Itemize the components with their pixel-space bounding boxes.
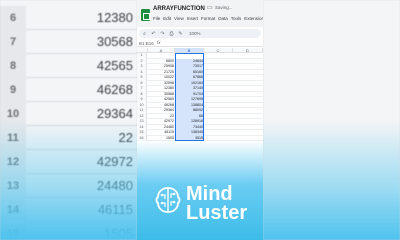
background-row-number: 6 (0, 6, 26, 30)
star-icon[interactable]: ☆ (199, 4, 204, 11)
menu-view[interactable]: View (174, 16, 184, 24)
formula-bar: B1:B16 fx (137, 40, 263, 47)
sheets-logo-icon[interactable] (141, 9, 150, 21)
menu-insert[interactable]: Insert (187, 16, 198, 24)
spreadsheet-grid: 1 2 6800 24644 3 25908 73017 4 21725 65160 5 10022 6… (137, 53, 263, 141)
logo-text-line1: Mind (186, 183, 233, 205)
zoom-select[interactable]: 100% (189, 31, 201, 36)
background-row: 9 46268 (0, 78, 137, 102)
background-cell-value: 30568 (96, 34, 133, 49)
brain-logo-icon (155, 187, 181, 213)
fx-icon: fx (157, 40, 161, 45)
menu-bar: File Edit View Insert Format Data Tools … (153, 16, 263, 24)
save-status: Saving... (215, 5, 233, 10)
print-icon[interactable]: ⎙ (169, 31, 174, 37)
background-cell-value: 46268 (96, 82, 133, 97)
menu-file[interactable]: File (153, 16, 160, 24)
background-row-number: 8 (0, 54, 26, 78)
menu-format[interactable]: Format (201, 16, 215, 24)
toolbar: ⌕ ↶ ↷ ⎙ ✎ 100% (139, 29, 261, 38)
undo-icon[interactable]: ↶ (151, 31, 156, 37)
background-row-number: 7 (0, 30, 26, 54)
background-cell-value: 42565 (96, 58, 133, 73)
background-cell-value: 12380 (96, 10, 133, 25)
document-title[interactable]: ARRAYFUNCTION (153, 6, 205, 12)
background-fade-left (0, 120, 137, 240)
menu-tools[interactable]: Tools (231, 16, 242, 24)
menu-edit[interactable]: Edit (163, 16, 171, 24)
background-row: 6 12380 (0, 6, 137, 30)
paint-format-icon[interactable]: ✎ (178, 31, 183, 37)
name-box[interactable]: B1:B16 (139, 41, 154, 46)
title-bar: ARRAYFUNCTION File Edit View Insert Form… (137, 0, 263, 27)
menu-extensions[interactable]: Extensions (244, 16, 263, 24)
redo-icon[interactable]: ↷ (160, 31, 165, 37)
search-icon[interactable]: ⌕ (142, 31, 147, 37)
move-folder-icon[interactable]: ▭ (207, 4, 213, 11)
background-row: 8 42565 (0, 54, 137, 78)
logo-text-line2: Luster (186, 202, 248, 224)
background-row: 7 30568 (0, 30, 137, 54)
background-fade-right (263, 120, 400, 240)
menu-data[interactable]: Data (218, 16, 228, 24)
background-row-number: 9 (0, 78, 26, 102)
